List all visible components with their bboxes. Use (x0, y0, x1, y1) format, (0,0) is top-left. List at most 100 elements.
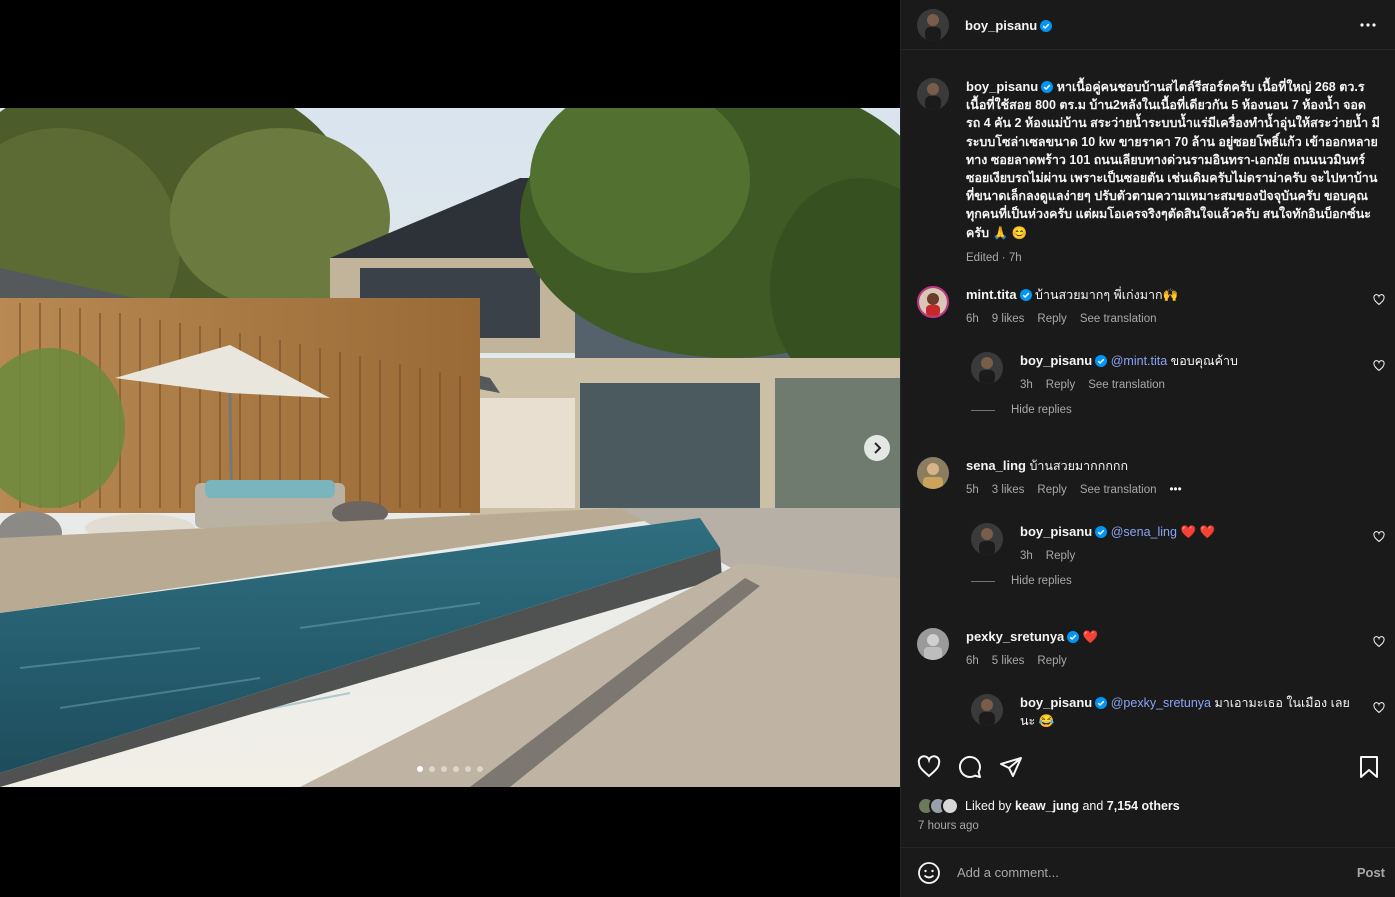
verified-badge-icon (1019, 289, 1032, 301)
reply: boy_pisanu @mint.tita ขอบคุณค้าบ 3h Repl… (971, 352, 1387, 394)
post-sidebar: boy_pisanu boy_pisanu หาเนื้อคู่คนชอบบ้า… (900, 0, 1395, 897)
comment-text: บ้านสวยมากๆ พี่เก่งมาก🙌 (1035, 288, 1179, 302)
comment-bubble-icon[interactable] (958, 755, 982, 779)
reply: boy_pisanu @pexky_sretunya มาเอามะเธอ ใน… (971, 694, 1387, 730)
comment-more-options[interactable]: ••• (1170, 481, 1182, 499)
liked-by-joiner: and (1082, 799, 1104, 813)
reply-username[interactable]: boy_pisanu (1020, 524, 1092, 539)
comment-input[interactable] (957, 865, 1317, 880)
post-actions (917, 753, 1380, 783)
reply-username[interactable]: boy_pisanu (1020, 695, 1092, 710)
verified-badge-icon (1095, 697, 1108, 709)
like-heart-icon[interactable] (917, 755, 941, 779)
reply-text: ขอบคุณค้าบ (1170, 354, 1238, 368)
save-bookmark-icon[interactable] (1358, 755, 1380, 779)
reply-avatar[interactable] (971, 694, 1003, 726)
hide-replies-label: Hide replies (1011, 404, 1072, 416)
carousel-dot (417, 766, 423, 772)
post-photo-resort-house-pool (0, 108, 900, 787)
reply-button[interactable]: Reply (1046, 376, 1075, 394)
comment-username[interactable]: mint.tita (966, 287, 1017, 302)
comment-time: 6h (966, 655, 979, 667)
caption-username[interactable]: boy_pisanu (966, 79, 1038, 94)
commenter-avatar[interactable] (917, 628, 949, 660)
likes-others-count[interactable]: 7,154 others (1107, 799, 1180, 813)
caption-text: หาเนื้อคู่คนชอบบ้านสไตล์รีสอร์ตครับ เนื้… (966, 80, 1380, 240)
author-username[interactable]: boy_pisanu (965, 18, 1037, 33)
mention-link[interactable]: @sena_ling (1111, 525, 1177, 539)
commenter-avatar[interactable] (917, 286, 949, 318)
like-comment-heart-icon[interactable] (1373, 636, 1385, 648)
comment-likes[interactable]: 9 likes (992, 310, 1025, 328)
carousel-dot (453, 766, 459, 772)
see-translation-button[interactable]: See translation (1080, 310, 1157, 328)
emoji-smiley-icon[interactable] (917, 861, 941, 885)
comment-likes[interactable]: 3 likes (992, 481, 1025, 499)
reply-text: ❤️ ❤️ (1180, 525, 1216, 539)
carousel-indicator (0, 766, 900, 772)
comment: sena_ling บ้านสวยมากกกกก 5h 3 likes Repl… (917, 457, 1387, 499)
hide-replies-button[interactable]: Hide replies (971, 575, 1072, 587)
see-translation-button[interactable]: See translation (1080, 481, 1157, 499)
post-time-ago: 7 hours ago (918, 820, 979, 832)
post-caption: boy_pisanu หาเนื้อคู่คนชอบบ้านสไตล์รีสอร… (901, 60, 1395, 267)
post-header: boy_pisanu (901, 0, 1395, 50)
liker-avatar (941, 797, 959, 815)
comment-text: บ้านสวยมากกกกก (1029, 459, 1129, 473)
liker-avatars (917, 797, 959, 815)
verified-badge-icon (1095, 355, 1108, 367)
carousel-dot (465, 766, 471, 772)
reply-time: 3h (1020, 379, 1033, 391)
commenter-avatar[interactable] (917, 457, 949, 489)
carousel-next-button[interactable] (864, 435, 890, 461)
comment-username[interactable]: pexky_sretunya (966, 629, 1064, 644)
post-comment-button[interactable]: Post (1357, 865, 1385, 880)
reply-time: 3h (1020, 550, 1033, 562)
hide-replies-button[interactable]: Hide replies (971, 404, 1072, 416)
carousel-dot (441, 766, 447, 772)
like-comment-heart-icon[interactable] (1373, 360, 1385, 372)
author-avatar-caption[interactable] (917, 78, 949, 110)
like-comment-heart-icon[interactable] (1373, 531, 1385, 543)
reply-button[interactable]: Reply (1037, 310, 1066, 328)
reply-button[interactable]: Reply (1037, 652, 1066, 670)
verified-badge-icon (1040, 20, 1053, 32)
liked-by-user[interactable]: keaw_jung (1015, 799, 1079, 813)
verified-badge-icon (1041, 81, 1054, 93)
reply: boy_pisanu @sena_ling ❤️ ❤️ 3h Reply (971, 523, 1387, 565)
like-comment-heart-icon[interactable] (1373, 702, 1385, 714)
reply-avatar[interactable] (971, 523, 1003, 555)
mention-link[interactable]: @mint.tita (1111, 354, 1167, 368)
share-send-icon[interactable] (999, 755, 1023, 779)
verified-badge-icon (1095, 526, 1108, 538)
comment-time: 5h (966, 484, 979, 496)
comments-scroll[interactable]: boy_pisanu หาเนื้อคู่คนชอบบ้านสไตล์รีสอร… (901, 60, 1395, 740)
divider (971, 409, 995, 411)
verified-badge-icon (1067, 631, 1080, 643)
see-translation-button[interactable]: See translation (1088, 376, 1165, 394)
author-avatar[interactable] (917, 8, 949, 41)
chevron-right-icon (874, 442, 882, 454)
liked-by-prefix: Liked by (965, 799, 1012, 813)
add-comment-bar: Post (901, 847, 1395, 897)
reply-button[interactable]: Reply (1037, 481, 1066, 499)
comment: pexky_sretunya ❤️ 6h 5 likes Reply (917, 628, 1387, 670)
divider (971, 580, 995, 582)
comment-text: ❤️ (1082, 630, 1099, 644)
edited-label: Edited · 7h (966, 251, 1022, 264)
media-area (0, 0, 900, 897)
reply-username[interactable]: boy_pisanu (1020, 353, 1092, 368)
comment: mint.tita บ้านสวยมากๆ พี่เก่งมาก🙌 6h 9 l… (917, 286, 1387, 328)
reply-button[interactable]: Reply (1046, 547, 1075, 565)
more-options-icon[interactable] (1359, 16, 1377, 34)
comment-likes[interactable]: 5 likes (992, 652, 1025, 670)
carousel-dot (477, 766, 483, 772)
hide-replies-label: Hide replies (1011, 575, 1072, 587)
comment-time: 6h (966, 313, 979, 325)
reply-avatar[interactable] (971, 352, 1003, 384)
mention-link[interactable]: @pexky_sretunya (1111, 696, 1211, 710)
comment-username[interactable]: sena_ling (966, 458, 1026, 473)
like-comment-heart-icon[interactable] (1373, 294, 1385, 306)
likes-summary[interactable]: Liked by keaw_jung and 7,154 others (917, 797, 1180, 815)
carousel-dot (429, 766, 435, 772)
